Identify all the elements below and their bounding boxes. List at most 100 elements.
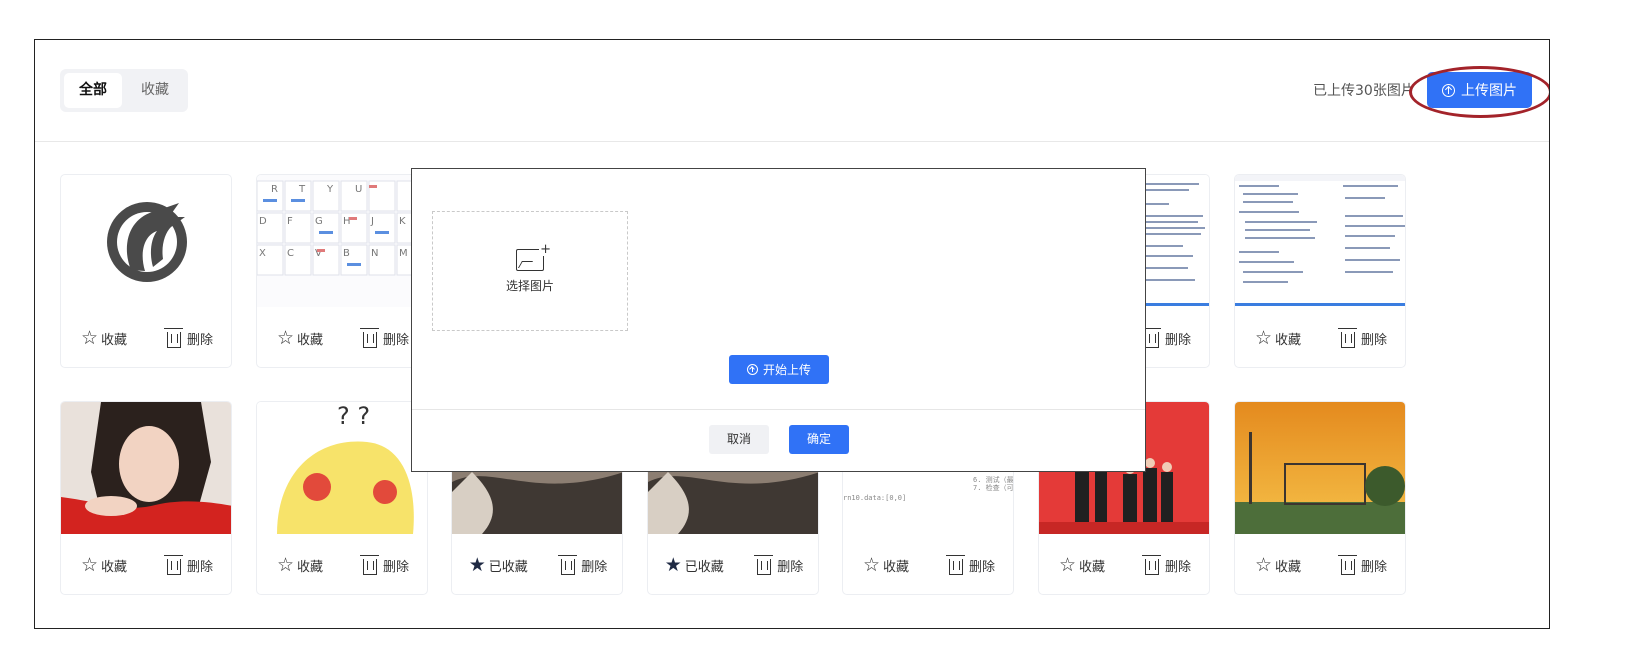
trash-icon — [1337, 327, 1357, 348]
star-outline-icon: ☆ — [276, 553, 295, 576]
favorite-button[interactable]: ☆收藏 — [1254, 553, 1302, 576]
code-note-line: 7. 检查（可能 — [973, 483, 1014, 492]
start-upload-label: 开始上传 — [762, 363, 811, 377]
image-card: ☆收藏 删除 — [1234, 174, 1406, 368]
delete-button[interactable]: 删除 — [1141, 554, 1191, 575]
delete-button[interactable]: 删除 — [163, 554, 213, 575]
card-actions: ☆收藏 删除 — [61, 534, 231, 594]
trash-icon — [163, 327, 183, 348]
delete-label: 删除 — [777, 559, 804, 575]
delete-label: 删除 — [186, 332, 213, 348]
favorite-button[interactable]: ☆收藏 — [1255, 328, 1302, 348]
trash-icon — [558, 554, 578, 575]
delete-label: 删除 — [1164, 332, 1191, 348]
trash-icon — [359, 327, 379, 348]
favorite-label: 收藏 — [1275, 332, 1302, 348]
gallery-toolbar: 全部 收藏 已上传30张图片 上传图片 — [35, 40, 1549, 142]
favorite-button[interactable]: ☆收藏 — [80, 326, 128, 349]
select-image-dropzone[interactable]: 选择图片 — [432, 211, 628, 331]
unfavorite-button[interactable]: ★ 已收藏 — [664, 553, 724, 576]
star-outline-icon: ☆ — [1254, 553, 1273, 576]
gallery-panel: 全部 收藏 已上传30张图片 上传图片 ☆ 收藏 删除 R T Y U D F … — [34, 39, 1550, 629]
image-card: ☆收藏 删除 — [60, 401, 232, 595]
delete-button[interactable]: 删除 — [359, 554, 409, 575]
image-thumbnail-dragon-logo[interactable] — [61, 175, 231, 307]
unfavorite-button[interactable]: ★ 已收藏 — [469, 555, 528, 575]
star-outline-icon: ☆ — [862, 553, 881, 576]
key-label: X — [259, 248, 266, 259]
upload-circle-icon — [746, 364, 758, 375]
image-thumbnail-sunset[interactable] — [1235, 402, 1405, 534]
upload-count-text: 已上传30张图片 — [1313, 83, 1415, 99]
star-outline-icon: ☆ — [1058, 553, 1077, 576]
delete-label: 删除 — [968, 559, 995, 575]
tab-favorites[interactable]: 收藏 — [126, 73, 184, 108]
card-actions: ★ 已收藏 删除 — [648, 534, 818, 594]
delete-label: 删除 — [1164, 559, 1191, 575]
select-image-label: 选择图片 — [505, 278, 554, 293]
image-thumbnail-pikachu-meme[interactable]: ? ? — [257, 402, 427, 534]
image-card: ☆收藏 删除 — [60, 174, 232, 368]
upload-dialog: 选择图片 开始上传 取消 确定 — [411, 168, 1146, 472]
image-card: ☆收藏 删除 — [1234, 401, 1406, 595]
delete-label: 删除 — [382, 559, 409, 575]
star-filled-icon: ★ — [664, 553, 682, 576]
favorited-label: 已收藏 — [684, 559, 724, 575]
delete-button[interactable]: 删除 — [558, 554, 607, 575]
favorite-label: 收藏 — [101, 332, 128, 348]
key-label: M — [399, 248, 408, 259]
star-outline-icon: ☆ — [276, 326, 295, 349]
favorite-label: 收藏 — [297, 559, 324, 575]
key-label: B — [343, 248, 350, 259]
favorite-label: 收藏 — [1079, 559, 1106, 575]
key-label: U — [355, 184, 362, 195]
card-actions: ☆收藏 删除 — [257, 534, 427, 594]
key-label: F — [287, 216, 293, 227]
favorite-label: 收藏 — [101, 559, 128, 575]
start-upload-button[interactable]: 开始上传 — [729, 355, 829, 384]
favorite-button[interactable]: ☆收藏 — [81, 555, 128, 575]
star-outline-icon: ☆ — [80, 326, 99, 349]
cancel-button[interactable]: 取消 — [709, 425, 769, 454]
key-label: J — [370, 216, 374, 227]
svg-text:? ?: ? ? — [337, 402, 370, 430]
image-thumbnail-portrait[interactable] — [61, 402, 231, 534]
card-actions: ★ 已收藏 删除 — [452, 534, 622, 594]
delete-button[interactable]: 删除 — [359, 327, 409, 348]
delete-button[interactable]: 删除 — [163, 327, 213, 348]
favorite-button[interactable]: ☆收藏 — [276, 553, 324, 576]
card-actions: ☆收藏 删除 — [1039, 534, 1209, 594]
delete-button[interactable]: 删除 — [1141, 327, 1191, 348]
delete-button[interactable]: 删除 — [754, 554, 804, 575]
delete-label: 删除 — [382, 332, 409, 348]
favorited-label: 已收藏 — [488, 559, 528, 575]
delete-label: 删除 — [186, 559, 213, 575]
favorite-label: 收藏 — [883, 559, 910, 575]
card-actions: ☆收藏 删除 — [843, 534, 1013, 594]
key-label: Y — [326, 184, 334, 195]
card-actions: ☆收藏 删除 — [61, 307, 231, 367]
highlight-oval-annotation — [1409, 66, 1549, 118]
delete-button[interactable]: 删除 — [1337, 554, 1387, 575]
image-thumbnail-code-screenshot[interactable] — [1235, 175, 1405, 307]
favorite-button[interactable]: ☆收藏 — [862, 553, 910, 576]
filter-segmented-control: 全部 收藏 — [60, 69, 188, 112]
image-thumbnail-keyboard[interactable]: RTYU DFGHJK XCVBNM — [257, 175, 427, 307]
tab-all[interactable]: 全部 — [64, 73, 122, 108]
trash-icon — [359, 554, 379, 575]
confirm-button[interactable]: 确定 — [789, 425, 849, 454]
favorite-label: 收藏 — [1275, 559, 1302, 575]
delete-label: 删除 — [1360, 332, 1387, 348]
trash-icon — [163, 554, 183, 575]
delete-button[interactable]: 删除 — [945, 554, 995, 575]
card-actions: ☆收藏 删除 — [1235, 307, 1405, 367]
key-label: K — [399, 216, 406, 227]
trash-icon — [754, 554, 774, 575]
favorite-button[interactable]: ☆收藏 — [276, 326, 323, 349]
key-label: C — [287, 248, 294, 259]
dialog-divider — [412, 409, 1145, 410]
favorite-button[interactable]: ☆收藏 — [1058, 553, 1106, 576]
image-add-icon — [516, 243, 552, 271]
delete-button[interactable]: 删除 — [1337, 327, 1387, 348]
key-label: G — [315, 216, 323, 227]
